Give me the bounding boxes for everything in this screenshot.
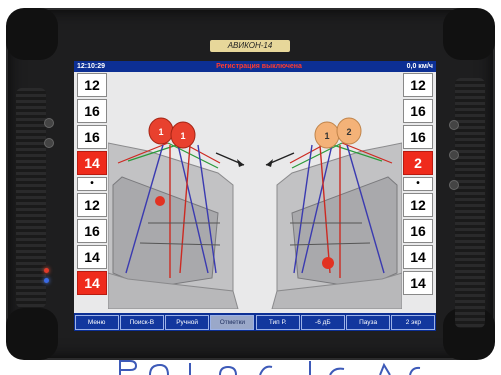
toolbar-button-0[interactable]: Меню xyxy=(74,314,119,330)
right-channel-gain-0[interactable]: 12 xyxy=(403,73,433,97)
hardware-button[interactable] xyxy=(44,118,54,128)
right-channel-gain-4[interactable]: • xyxy=(403,177,433,191)
registration-status: Регистрация выключена xyxy=(216,63,302,70)
corner-bumper xyxy=(6,308,58,360)
toolbar-button-5[interactable]: -6 дБ xyxy=(300,314,345,330)
right-channel-gain-8[interactable]: 14 xyxy=(403,271,433,295)
right-channel-gain-5[interactable]: 12 xyxy=(403,193,433,217)
left-channel-gain-5[interactable]: 12 xyxy=(77,193,107,217)
toolbar-button-4[interactable]: Тип Р. xyxy=(255,314,300,330)
left-channel-gain-7[interactable]: 14 xyxy=(77,245,107,269)
left-channel-gain-2[interactable]: 16 xyxy=(77,125,107,149)
hardware-button[interactable] xyxy=(449,150,459,160)
rail-scan-view: 1 1 1 2 xyxy=(108,117,402,309)
hardware-button[interactable] xyxy=(449,180,459,190)
function-toolbar: Меню Поиск-В Ручной Отметки Тип Р. -6 дБ Пауза… xyxy=(74,313,436,331)
caption-fragment xyxy=(119,360,421,375)
right-channel-gain-7[interactable]: 14 xyxy=(403,245,433,269)
status-led-blue xyxy=(44,278,49,283)
left-defect-marker xyxy=(155,196,165,206)
right-channel-gain-1[interactable]: 16 xyxy=(403,99,433,123)
right-channel-gain-3[interactable]: 2 xyxy=(403,151,433,175)
left-channel-gain-4[interactable]: • xyxy=(77,177,107,191)
right-probe-label: 2 xyxy=(346,127,351,137)
speed-readout: 0,0 км/ч xyxy=(406,63,433,70)
grip-right xyxy=(455,78,485,328)
corner-bumper xyxy=(6,8,58,60)
status-led-red xyxy=(44,268,49,273)
left-probe-label: 1 xyxy=(158,127,163,137)
right-channel-gain-6[interactable]: 16 xyxy=(403,219,433,243)
right-probe-label: 1 xyxy=(324,131,329,141)
left-channel-gain-6[interactable]: 16 xyxy=(77,219,107,243)
device-brand-label: АВИКОН-14 xyxy=(210,40,290,52)
grip-left xyxy=(16,88,46,308)
corner-bumper xyxy=(443,8,495,60)
left-channel-gain-1[interactable]: 16 xyxy=(77,99,107,123)
status-bar: 12:10:29 Регистрация выключена 0,0 км/ч xyxy=(74,61,436,72)
clock: 12:10:29 xyxy=(77,63,106,70)
left-channel-column: 12 16 16 14 • 12 16 14 14 xyxy=(77,73,107,297)
toolbar-button-3[interactable]: Отметки xyxy=(210,314,255,330)
toolbar-button-1[interactable]: Поиск-В xyxy=(119,314,164,330)
left-channel-gain-0[interactable]: 12 xyxy=(77,73,107,97)
right-defect-marker xyxy=(322,257,334,269)
hardware-button[interactable] xyxy=(449,120,459,130)
right-channel-column: 12 16 16 2 • 12 16 14 14 xyxy=(403,73,433,297)
right-probe-pair: 1 2 xyxy=(314,117,362,149)
left-probe-label: 1 xyxy=(180,131,185,141)
right-channel-gain-2[interactable]: 16 xyxy=(403,125,433,149)
toolbar-button-6[interactable]: Пауза xyxy=(346,314,391,330)
device-screen: 12:10:29 Регистрация выключена 0,0 км/ч … xyxy=(74,61,436,331)
toolbar-button-2[interactable]: Ручной xyxy=(165,314,210,330)
left-probe-pair: 1 1 xyxy=(148,117,196,149)
direction-arrows-icon xyxy=(215,152,295,167)
hardware-button[interactable] xyxy=(44,138,54,148)
left-channel-gain-3[interactable]: 14 xyxy=(77,151,107,175)
left-channel-gain-8[interactable]: 14 xyxy=(77,271,107,295)
toolbar-button-7[interactable]: 2 экр xyxy=(391,314,436,330)
